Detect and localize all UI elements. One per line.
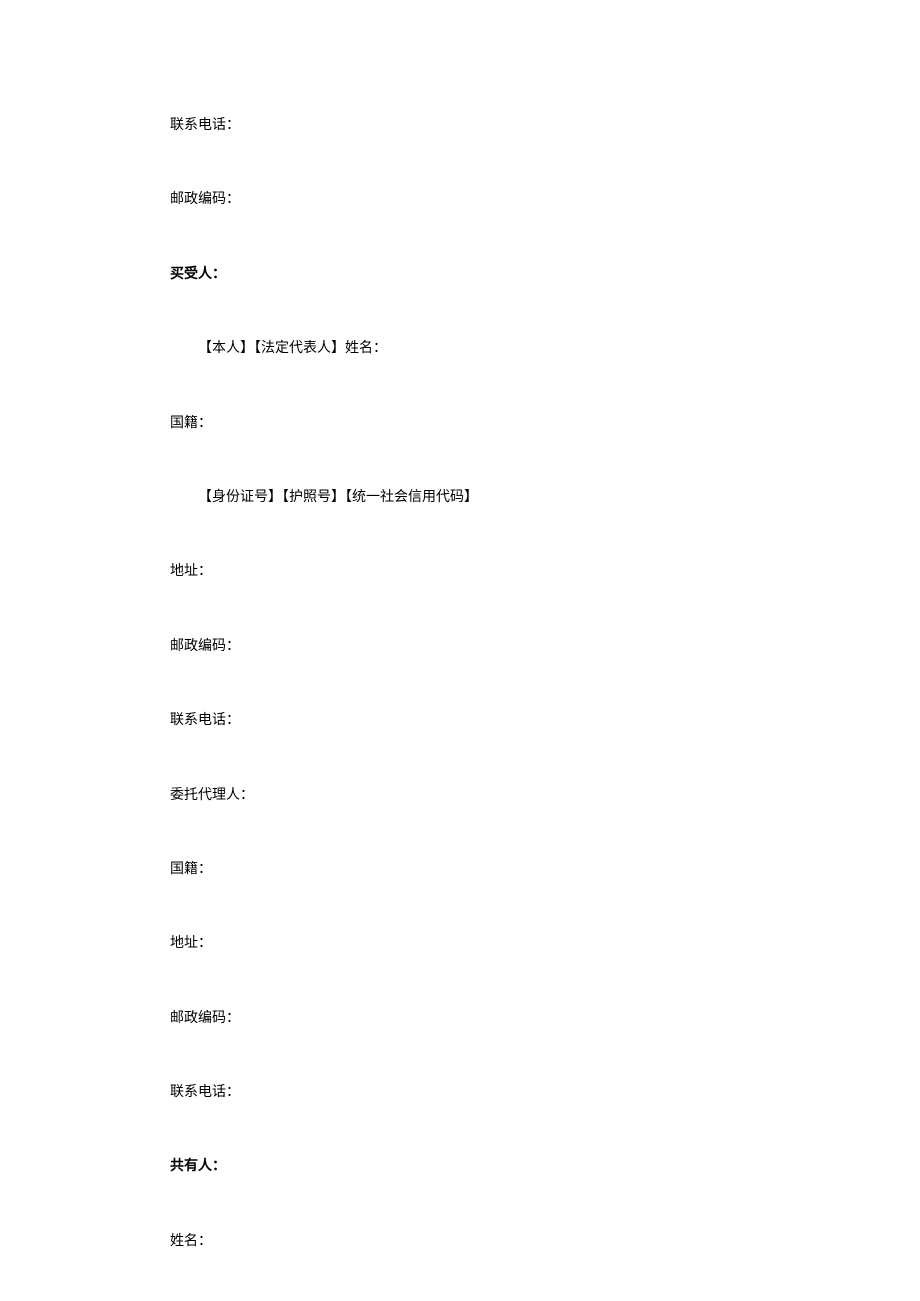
label-id-number: 【身份证号】【护照号】【统一社会信用代码】 — [198, 490, 478, 505]
label-contact-phone: 联系电话： — [170, 118, 240, 133]
label-postal-code: 邮政编码： — [170, 192, 240, 207]
label-nationality: 国籍： — [170, 862, 212, 877]
label-contact-phone: 联系电话： — [170, 713, 240, 728]
field-name: 姓名： — [170, 1231, 750, 1253]
label-postal-code: 邮政编码： — [170, 639, 240, 654]
field-address: 地址： — [170, 933, 750, 955]
field-buyer-name: 【本人】【法定代表人】姓名： — [170, 338, 750, 360]
field-address: 地址： — [170, 561, 750, 583]
document-body: 联系电话： 邮政编码： 买受人： 【本人】【法定代表人】姓名： 国籍： 【身份证… — [0, 0, 920, 1253]
field-contact-phone: 联系电话： — [170, 1082, 750, 1104]
label-nationality: 国籍： — [170, 416, 212, 431]
heading-coowner: 共有人： — [170, 1156, 750, 1178]
label-contact-phone: 联系电话： — [170, 1085, 240, 1100]
field-agent: 委托代理人： — [170, 785, 750, 807]
field-id-number: 【身份证号】【护照号】【统一社会信用代码】 — [170, 487, 750, 509]
field-postal-code: 邮政编码： — [170, 1008, 750, 1030]
label-agent: 委托代理人： — [170, 788, 254, 803]
field-nationality: 国籍： — [170, 859, 750, 881]
label-address: 地址： — [170, 564, 212, 579]
label-coowner-heading: 共有人： — [170, 1159, 226, 1174]
field-postal-code: 邮政编码： — [170, 189, 750, 211]
field-contact-phone: 联系电话： — [170, 115, 750, 137]
field-nationality: 国籍： — [170, 413, 750, 435]
field-contact-phone: 联系电话： — [170, 710, 750, 732]
heading-buyer: 买受人： — [170, 264, 750, 286]
label-buyer-name: 【本人】【法定代表人】姓名： — [198, 341, 387, 356]
label-buyer-heading: 买受人： — [170, 267, 226, 282]
label-postal-code: 邮政编码： — [170, 1011, 240, 1026]
field-postal-code: 邮政编码： — [170, 636, 750, 658]
label-address: 地址： — [170, 936, 212, 951]
label-name: 姓名： — [170, 1234, 212, 1249]
